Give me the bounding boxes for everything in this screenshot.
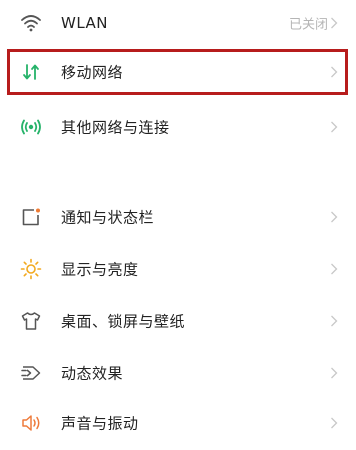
settings-item-label: 声音与振动 [61, 414, 139, 433]
chevron-right-icon [331, 17, 338, 29]
settings-item-label: 移动网络 [61, 63, 124, 82]
mobile-data-icon [23, 64, 39, 80]
notification-icon [22, 208, 40, 226]
chevron-right-icon [331, 263, 338, 275]
settings-item-sound[interactable]: 声音与振动 [0, 400, 356, 446]
settings-list: WLAN 已关闭 移动网络 其他网络与连接 通知与状态栏 显示与亮度 桌面、锁屏… [0, 0, 356, 450]
brightness-icon [20, 258, 42, 280]
settings-item-label: 桌面、锁屏与壁纸 [61, 312, 186, 331]
sound-icon [22, 415, 40, 431]
chevron-right-icon [331, 121, 338, 133]
settings-item-wlan[interactable]: WLAN 已关闭 [0, 0, 356, 46]
settings-item-label: WLAN [61, 14, 109, 32]
settings-item-wallpaper[interactable]: 桌面、锁屏与壁纸 [0, 298, 356, 344]
settings-item-label: 显示与亮度 [61, 260, 139, 279]
settings-item-mobile-network[interactable]: 移动网络 [0, 49, 356, 95]
chevron-right-icon [331, 211, 338, 223]
chevron-right-icon [331, 66, 338, 78]
wlan-status-value: 已关闭 [288, 17, 328, 33]
motion-effect-icon [21, 366, 41, 380]
settings-item-label: 其他网络与连接 [61, 118, 170, 137]
chevron-right-icon [331, 367, 338, 379]
wifi-icon [21, 15, 41, 32]
settings-item-label: 动态效果 [61, 364, 124, 383]
chevron-right-icon [331, 417, 338, 429]
settings-item-notifications[interactable]: 通知与状态栏 [0, 194, 356, 240]
wallpaper-icon [21, 312, 41, 330]
connection-icon [21, 119, 41, 135]
settings-item-other-connections[interactable]: 其他网络与连接 [0, 104, 356, 150]
settings-item-display[interactable]: 显示与亮度 [0, 246, 356, 292]
settings-item-label: 通知与状态栏 [61, 208, 155, 227]
settings-item-motion-effects[interactable]: 动态效果 [0, 350, 356, 396]
chevron-right-icon [331, 315, 338, 327]
